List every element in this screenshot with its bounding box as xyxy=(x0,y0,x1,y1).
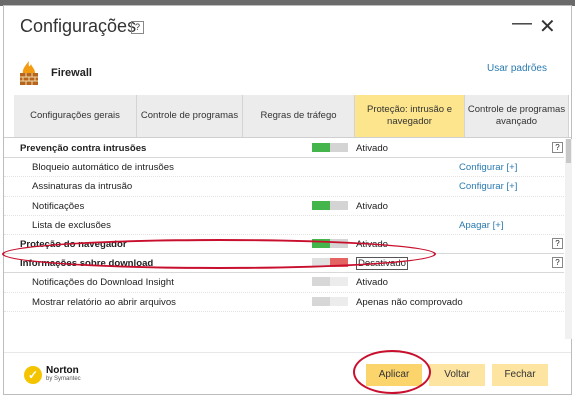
toggle-switch xyxy=(312,277,348,287)
tab-traffic-rules[interactable]: Regras de tráfego xyxy=(243,95,355,137)
help-icon[interactable]: ? xyxy=(131,21,144,34)
purge-link[interactable]: Apagar [+] xyxy=(459,220,504,231)
toggle-switch xyxy=(312,296,348,306)
tab-general-settings[interactable]: Configurações gerais xyxy=(14,95,137,137)
configure-link[interactable]: Configurar [+] xyxy=(459,162,517,173)
scrollbar[interactable] xyxy=(565,139,572,339)
row-intrusion-signatures: Assinaturas da intrusão Configurar [+] xyxy=(4,177,564,197)
row-auto-block: Bloqueio automático de intrusões Configu… xyxy=(4,158,564,178)
close-icon[interactable]: ✕ xyxy=(539,14,556,39)
back-button[interactable]: Voltar xyxy=(429,364,485,386)
settings-list: Prevenção contra intrusões Ativado ? Blo… xyxy=(4,139,564,312)
row-label: Proteção do navegador xyxy=(20,238,127,250)
status-text: Ativado xyxy=(356,143,388,154)
row-label: Mostrar relatório ao abrir arquivos xyxy=(32,296,176,308)
row-label: Bloqueio automático de intrusões xyxy=(32,162,174,174)
firewall-icon xyxy=(20,61,38,85)
status-text: Ativado xyxy=(356,200,388,212)
toggle-switch[interactable] xyxy=(312,238,348,248)
row-label: Notificações xyxy=(32,200,85,212)
row-notifications: Notificações Ativado xyxy=(4,197,564,216)
brand-sub: by Symantec xyxy=(46,376,81,382)
minimize-icon[interactable]: — xyxy=(512,12,532,35)
brand-name: Norton xyxy=(46,365,79,376)
window-title: Configurações xyxy=(20,16,137,36)
norton-check-icon: ✓ xyxy=(24,366,42,384)
use-defaults-link[interactable]: Usar padrões xyxy=(487,63,547,74)
row-label: Assinaturas da intrusão xyxy=(32,181,133,193)
row-download-intelligence: Informações sobre download Desativado ? xyxy=(4,254,564,274)
tab-bar: Configurações gerais Controle de program… xyxy=(14,95,569,137)
status-text: Apenas não comprovado xyxy=(356,296,463,308)
status-text: Ativado xyxy=(356,277,388,289)
toggle-switch[interactable] xyxy=(312,200,348,210)
footer-divider xyxy=(4,352,571,353)
tabs-divider xyxy=(4,137,571,138)
section-title: Firewall xyxy=(51,67,92,79)
close-button[interactable]: Fechar xyxy=(492,364,548,386)
toggle-switch[interactable] xyxy=(312,258,348,268)
status-text: Ativado xyxy=(356,238,388,250)
row-label: Informações sobre download xyxy=(20,258,154,270)
status-text: Desativado xyxy=(356,257,408,271)
row-label: Notificações do Download Insight xyxy=(32,277,174,289)
tab-advanced-program-control[interactable]: Controle de programas avançado xyxy=(465,95,569,137)
tab-program-control[interactable]: Controle de programas xyxy=(137,95,243,137)
row-download-insight-notifications: Notificações do Download Insight Ativado xyxy=(4,273,564,293)
scrollbar-thumb[interactable] xyxy=(566,139,571,163)
row-label: Lista de exclusões xyxy=(32,219,111,231)
apply-button[interactable]: Aplicar xyxy=(366,364,422,386)
row-browser-protection: Proteção do navegador Ativado ? xyxy=(4,235,564,255)
row-exclusion-list: Lista de exclusões Apagar [+] xyxy=(4,216,564,235)
row-show-report: Mostrar relatório ao abrir arquivos Apen… xyxy=(4,293,564,312)
help-icon[interactable]: ? xyxy=(552,257,563,269)
norton-logo: ✓ Norton by Symantec xyxy=(24,366,81,384)
tab-intrusion-browser[interactable]: Proteção: intrusão e navegador xyxy=(355,95,465,137)
help-icon[interactable]: ? xyxy=(552,142,563,153)
row-label: Prevenção contra intrusões xyxy=(20,143,147,154)
help-icon[interactable]: ? xyxy=(552,237,563,249)
row-intrusion-prevention: Prevenção contra intrusões Ativado ? xyxy=(4,139,564,159)
toggle-switch[interactable] xyxy=(312,143,348,152)
settings-window: Configurações ? — ✕ Firewall Usar padrõe… xyxy=(2,5,572,395)
configure-link[interactable]: Configurar [+] xyxy=(459,181,517,192)
